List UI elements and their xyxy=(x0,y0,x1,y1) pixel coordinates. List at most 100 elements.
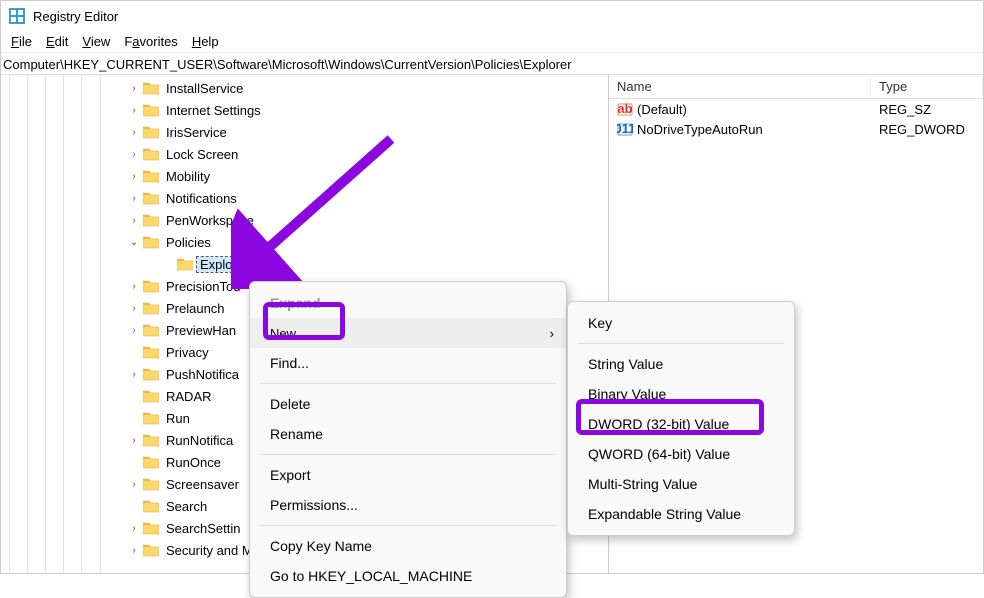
expander-closed-icon[interactable]: › xyxy=(127,479,141,490)
expander-open-icon[interactable]: ⌄ xyxy=(127,237,141,248)
tree-node-label: SearchSettin xyxy=(163,521,243,536)
tree-node-label: PushNotifica xyxy=(163,367,242,382)
value-name: (Default) xyxy=(637,102,687,117)
menu-edit[interactable]: Edit xyxy=(40,32,74,51)
tree-node-label: RunOnce xyxy=(163,455,224,470)
col-header-name[interactable]: Name xyxy=(609,77,871,96)
tree-node-label: Lock Screen xyxy=(163,147,241,162)
context-menu-new: Key String Value Binary Value DWORD (32-… xyxy=(567,301,795,536)
value-type: REG_DWORD xyxy=(871,122,983,137)
title-bar: Registry Editor xyxy=(1,1,983,31)
tree-node-label: Mobility xyxy=(163,169,213,184)
folder-icon xyxy=(143,389,159,403)
folder-icon xyxy=(143,103,159,117)
menu-favorites[interactable]: Favorites xyxy=(118,32,183,51)
tree-node-label: InstallService xyxy=(163,81,246,96)
ctx-export[interactable]: Export xyxy=(250,460,566,490)
tree-node-label: Privacy xyxy=(163,345,212,360)
folder-icon xyxy=(143,191,159,205)
tree-node-label: Policies xyxy=(163,235,214,250)
list-header: Name Type xyxy=(609,75,983,99)
menu-view[interactable]: View xyxy=(76,32,116,51)
ctx-new-qword[interactable]: QWORD (64-bit) Value xyxy=(568,439,794,469)
tree-node-label: PreviewHan xyxy=(163,323,239,338)
ctx-new[interactable]: New › xyxy=(250,318,566,348)
tree-node[interactable]: ⌄ Policies xyxy=(1,231,608,253)
expander-closed-icon[interactable]: › xyxy=(127,105,141,116)
ctx-new-label: New xyxy=(270,326,296,341)
svg-text:011: 011 xyxy=(617,121,633,136)
folder-icon xyxy=(143,499,159,513)
ctx-expand: Expand xyxy=(250,288,566,318)
list-row[interactable]: ab(Default)REG_SZ xyxy=(609,99,983,119)
folder-icon xyxy=(143,411,159,425)
tree-node-label: RADAR xyxy=(163,389,215,404)
ctx-new-multistring[interactable]: Multi-String Value xyxy=(568,469,794,499)
tree-node[interactable]: › Internet Settings xyxy=(1,99,608,121)
tree-node-label: Search xyxy=(163,499,210,514)
menu-file[interactable]: File xyxy=(5,32,38,51)
expander-closed-icon[interactable]: › xyxy=(127,545,141,556)
ctx-goto-hklm[interactable]: Go to HKEY_LOCAL_MACHINE xyxy=(250,561,566,591)
folder-icon xyxy=(143,521,159,535)
expander-closed-icon[interactable]: › xyxy=(127,325,141,336)
folder-icon xyxy=(143,301,159,315)
folder-icon xyxy=(143,169,159,183)
ctx-new-expandstring[interactable]: Expandable String Value xyxy=(568,499,794,529)
ctx-find[interactable]: Find... xyxy=(250,348,566,378)
value-name: NoDriveTypeAutoRun xyxy=(637,122,763,137)
folder-icon xyxy=(143,81,159,95)
tree-node[interactable]: › IrisService xyxy=(1,121,608,143)
ctx-permissions[interactable]: Permissions... xyxy=(250,490,566,520)
tree-node[interactable]: › Notifications xyxy=(1,187,608,209)
tree-node-label: Prelaunch xyxy=(163,301,228,316)
folder-icon xyxy=(143,433,159,447)
tree-node-label: IrisService xyxy=(163,125,230,140)
tree-node[interactable]: › Mobility xyxy=(1,165,608,187)
tree-node-label: RunNotifica xyxy=(163,433,236,448)
tree-node-label: PrecisionTou xyxy=(163,279,243,294)
folder-icon xyxy=(143,543,159,557)
expander-closed-icon[interactable]: › xyxy=(127,303,141,314)
tree-node-label: Screensaver xyxy=(163,477,242,492)
folder-icon xyxy=(177,257,193,271)
folder-icon xyxy=(143,213,159,227)
ctx-rename[interactable]: Rename xyxy=(250,419,566,449)
tree-node-label: PenWorkspace xyxy=(163,213,257,228)
tree-node-label: Internet Settings xyxy=(163,103,264,118)
expander-closed-icon[interactable]: › xyxy=(127,281,141,292)
tree-node[interactable]: › Lock Screen xyxy=(1,143,608,165)
folder-icon xyxy=(143,323,159,337)
col-header-type[interactable]: Type xyxy=(871,77,983,96)
expander-closed-icon[interactable]: › xyxy=(127,369,141,380)
expander-closed-icon[interactable]: › xyxy=(127,83,141,94)
tree-node-label: Notifications xyxy=(163,191,240,206)
tree-node[interactable]: › PenWorkspace xyxy=(1,209,608,231)
folder-icon xyxy=(143,125,159,139)
tree-node-label: Run xyxy=(163,411,193,426)
value-icon: ab xyxy=(617,101,633,117)
tree-node[interactable]: ›Explorer xyxy=(1,253,608,275)
ctx-copy-key-name[interactable]: Copy Key Name xyxy=(250,531,566,561)
folder-icon xyxy=(143,367,159,381)
expander-closed-icon[interactable]: › xyxy=(127,215,141,226)
ctx-delete[interactable]: Delete xyxy=(250,389,566,419)
tree-node[interactable]: › InstallService xyxy=(1,77,608,99)
expander-closed-icon[interactable]: › xyxy=(127,435,141,446)
expander-closed-icon[interactable]: › xyxy=(127,523,141,534)
ctx-new-key[interactable]: Key xyxy=(568,308,794,338)
ctx-new-string[interactable]: String Value xyxy=(568,349,794,379)
folder-icon xyxy=(143,345,159,359)
address-bar[interactable]: Computer\HKEY_CURRENT_USER\Software\Micr… xyxy=(1,53,983,75)
expander-closed-icon[interactable]: › xyxy=(127,149,141,160)
ctx-new-binary[interactable]: Binary Value xyxy=(568,379,794,409)
expander-closed-icon[interactable]: › xyxy=(127,171,141,182)
list-row[interactable]: 011 NoDriveTypeAutoRun REG_DWORD xyxy=(609,119,983,139)
submenu-arrow-icon: › xyxy=(550,326,554,341)
menu-help[interactable]: Help xyxy=(186,32,225,51)
ctx-new-dword[interactable]: DWORD (32-bit) Value xyxy=(568,409,794,439)
folder-icon xyxy=(143,147,159,161)
expander-closed-icon[interactable]: › xyxy=(127,127,141,138)
expander-closed-icon[interactable]: › xyxy=(127,193,141,204)
value-icon: 011 xyxy=(617,121,633,137)
